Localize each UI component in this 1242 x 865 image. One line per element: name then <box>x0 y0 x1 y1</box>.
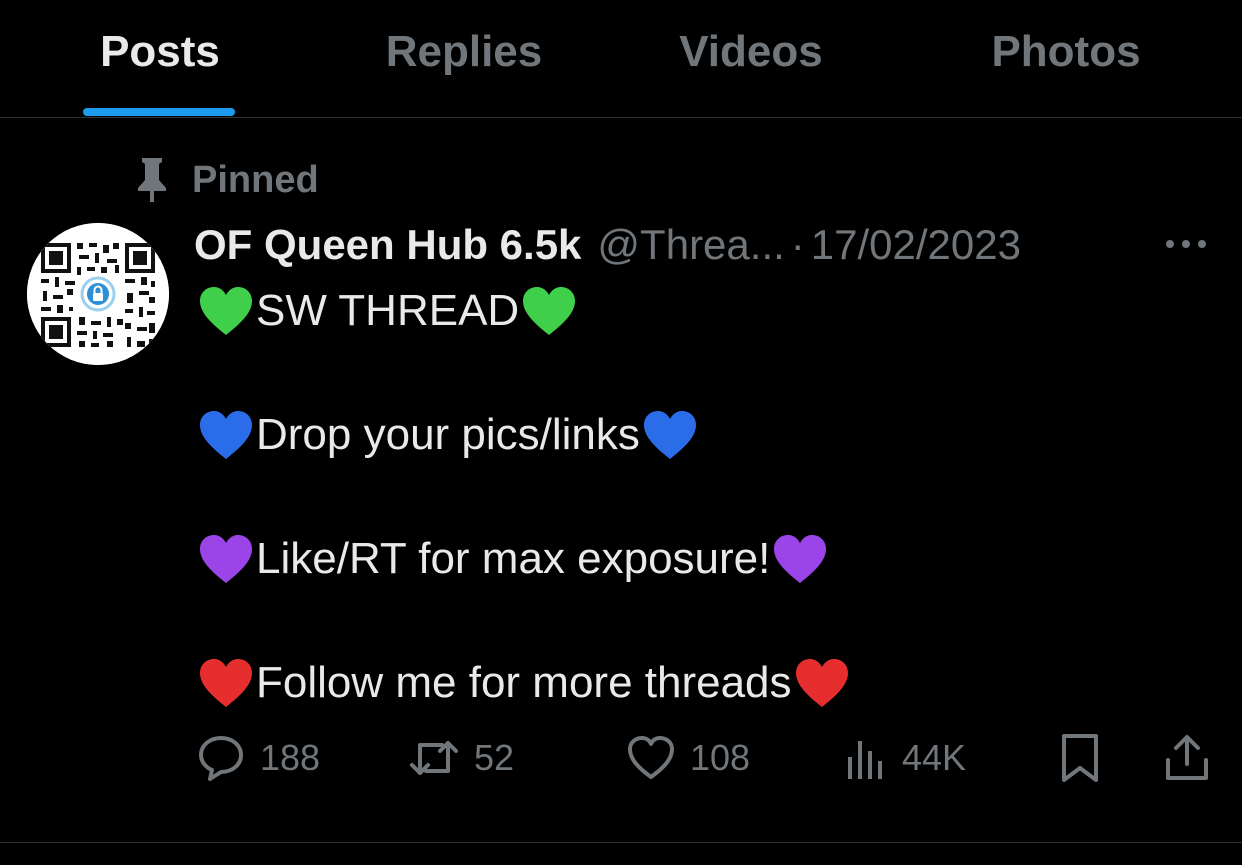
post-date[interactable]: 17/02/2023 <box>811 221 1021 269</box>
post-actions: 188 52 108 44K <box>196 730 1216 786</box>
author-name[interactable]: OF Queen Hub 6.5k <box>194 221 581 269</box>
retweet-count: 52 <box>474 737 515 778</box>
author-handle[interactable]: @Threa... <box>597 221 784 269</box>
tab-photos[interactable]: Photos <box>966 0 1166 117</box>
retweet-button[interactable]: 52 <box>408 730 514 786</box>
share-icon <box>1166 735 1208 780</box>
views-count: 44K <box>902 737 967 778</box>
avatar[interactable] <box>27 223 169 365</box>
red-heart-icon <box>795 659 848 707</box>
blue-heart-icon <box>200 411 252 459</box>
share-button[interactable] <box>1164 730 1224 786</box>
purple-heart-icon <box>200 535 252 583</box>
pinned-indicator: Pinned <box>132 156 319 204</box>
green-heart-icon <box>523 287 576 335</box>
green-heart-icon <box>200 287 252 335</box>
pin-icon <box>138 158 166 202</box>
post-line-text: Like/RT for max exposure! <box>256 534 771 583</box>
reply-icon <box>199 736 243 781</box>
post-line: Like/RT for max exposure! <box>196 528 1196 590</box>
more-options-icon[interactable] <box>1162 234 1210 254</box>
post-line: Follow me for more threads <box>196 652 1196 714</box>
like-count: 108 <box>690 737 751 778</box>
post-text: SW THREAD Drop your pics/links Like/RT f… <box>196 280 1196 714</box>
post-line-text: Follow me for more threads <box>256 658 792 707</box>
bookmark-icon <box>1062 734 1098 782</box>
tab-posts[interactable]: Posts <box>60 0 260 117</box>
like-icon <box>628 736 674 779</box>
reply-count: 188 <box>260 737 321 778</box>
reply-button[interactable]: 188 <box>196 730 320 786</box>
post-line-text: Drop your pics/links <box>256 410 640 459</box>
qr-code-image <box>27 223 169 365</box>
profile-tabs: Posts Replies Videos Photos <box>0 0 1242 118</box>
bookmark-button[interactable] <box>1058 730 1116 786</box>
post-line-text: SW THREAD <box>256 286 520 335</box>
tab-videos[interactable]: Videos <box>651 0 851 117</box>
retweet-icon <box>410 741 458 775</box>
tab-replies[interactable]: Replies <box>364 0 564 117</box>
purple-heart-icon <box>774 535 827 583</box>
post-header: OF Queen Hub 6.5k @Threa... · 17/02/2023 <box>194 216 1224 274</box>
post-line: Drop your pics/links <box>196 404 1196 466</box>
views-icon <box>848 741 882 779</box>
post-line: SW THREAD <box>196 280 1196 342</box>
like-button[interactable]: 108 <box>626 730 750 786</box>
red-heart-icon <box>200 659 252 707</box>
active-tab-indicator <box>83 108 235 116</box>
blue-heart-icon <box>643 411 696 459</box>
pinned-label: Pinned <box>192 158 319 201</box>
post-divider <box>0 842 1242 843</box>
separator-dot: · <box>790 221 805 268</box>
views-button[interactable]: 44K <box>844 730 966 786</box>
